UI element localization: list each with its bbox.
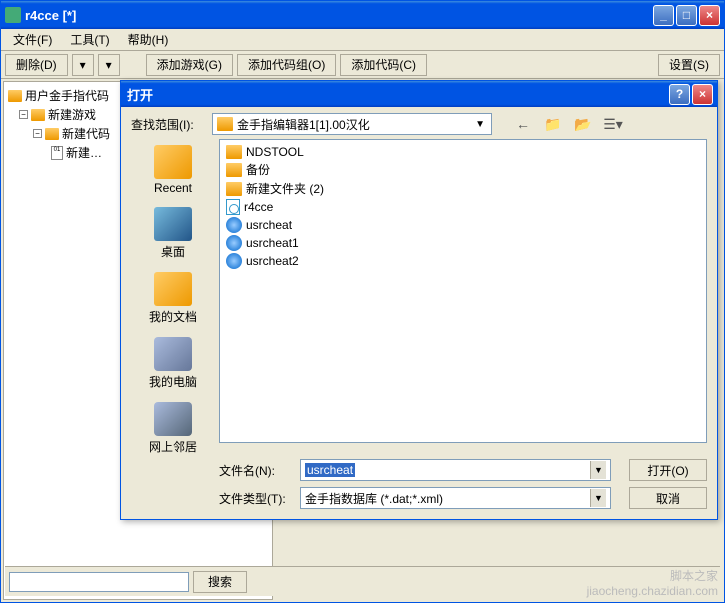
lookin-combo[interactable]: 金手指编辑器1[1].00汉化 ▼	[212, 113, 492, 135]
place-desktop[interactable]: 桌面	[133, 203, 213, 264]
add-game-button[interactable]: 添加游戏(G)	[146, 54, 233, 76]
new-folder-icon[interactable]: 📂	[572, 114, 594, 134]
list-item[interactable]: r4cce	[224, 198, 702, 216]
filetype-combo[interactable]: 金手指数据库 (*.dat;*.xml) ▼	[300, 487, 611, 509]
dialog-footer: 文件名(N): usrcheat ▼ 打开(O) 文件类型(T): 金手指数据库…	[121, 447, 717, 519]
toolbar-dropdown2[interactable]: ▾	[98, 54, 120, 76]
tree-label: 新建游戏	[48, 106, 96, 123]
search-button[interactable]: 搜索	[193, 571, 247, 593]
folder-icon	[226, 163, 242, 177]
chevron-down-icon[interactable]: ▼	[590, 489, 606, 507]
list-item[interactable]: usrcheat1	[224, 234, 702, 252]
add-code-button[interactable]: 添加代码(C)	[340, 54, 427, 76]
place-documents[interactable]: 我的文档	[133, 268, 213, 329]
list-item[interactable]: 备份	[224, 160, 702, 179]
dialog-help-button[interactable]: ?	[669, 84, 690, 105]
views-icon[interactable]: ☰▾	[602, 114, 624, 134]
desktop-icon	[154, 207, 192, 241]
search-input[interactable]	[9, 572, 189, 592]
list-item[interactable]: usrcheat2	[224, 252, 702, 270]
network-icon	[154, 402, 192, 436]
folder-icon	[45, 128, 59, 140]
folder-icon	[8, 90, 22, 102]
minimize-button[interactable]: _	[653, 5, 674, 26]
add-codegroup-button[interactable]: 添加代码组(O)	[237, 54, 336, 76]
lookin-label: 查找范围(I):	[131, 116, 206, 133]
expander-icon[interactable]: −	[19, 110, 28, 119]
menu-tools[interactable]: 工具(T)	[62, 29, 117, 50]
maximize-button[interactable]: □	[676, 5, 697, 26]
back-icon[interactable]: ←	[512, 114, 534, 134]
menu-file[interactable]: 文件(F)	[5, 29, 60, 50]
chevron-down-icon[interactable]: ▼	[590, 461, 606, 479]
place-label: Recent	[154, 181, 192, 195]
filetype-value: 金手指数据库 (*.dat;*.xml)	[305, 490, 443, 507]
close-button[interactable]: ×	[699, 5, 720, 26]
lookin-row: 查找范围(I): 金手指编辑器1[1].00汉化 ▼ ← 📁 📂 ☰▾	[121, 107, 717, 139]
search-bar: 搜索	[5, 566, 720, 596]
cancel-button[interactable]: 取消	[629, 487, 707, 509]
data-file-icon	[226, 217, 242, 233]
folder-icon	[226, 182, 242, 196]
up-folder-icon[interactable]: 📁	[542, 114, 564, 134]
tree-root-label: 用户金手指代码	[25, 87, 109, 104]
places-bar: Recent 桌面 我的文档 我的电脑 网上邻居	[131, 139, 215, 443]
place-recent[interactable]: Recent	[133, 141, 213, 199]
list-item[interactable]: NDSTOOL	[224, 144, 702, 160]
folder-icon	[31, 109, 45, 121]
app-icon	[5, 7, 21, 23]
tree-label: 新建代码	[62, 125, 110, 142]
data-file-icon	[226, 253, 242, 269]
tree-label: 新建…	[66, 144, 102, 161]
open-button[interactable]: 打开(O)	[629, 459, 707, 481]
toolbar-dropdown1[interactable]: ▾	[72, 54, 94, 76]
menu-help[interactable]: 帮助(H)	[120, 29, 177, 50]
place-label: 我的文档	[149, 308, 197, 325]
open-dialog: 打开 ? × 查找范围(I): 金手指编辑器1[1].00汉化 ▼ ← 📁 📂 …	[120, 80, 718, 520]
documents-icon	[154, 272, 192, 306]
folder-icon	[226, 145, 242, 159]
main-titlebar: r4cce [*] _ □ ×	[1, 1, 724, 29]
toolbar: 删除(D) ▾ ▾ 添加游戏(G) 添加代码组(O) 添加代码(C) 设置(S)	[1, 51, 724, 79]
lookin-value: 金手指编辑器1[1].00汉化	[237, 116, 370, 133]
window-title: r4cce [*]	[25, 8, 653, 23]
filetype-label: 文件类型(T):	[131, 490, 294, 507]
chevron-down-icon[interactable]: ▼	[473, 119, 487, 130]
filename-value: usrcheat	[305, 463, 355, 477]
recent-icon	[154, 145, 192, 179]
dialog-close-button[interactable]: ×	[692, 84, 713, 105]
html-icon	[226, 199, 240, 215]
list-item[interactable]: usrcheat	[224, 216, 702, 234]
delete-button[interactable]: 删除(D)	[5, 54, 68, 76]
folder-icon	[217, 117, 233, 131]
dialog-title: 打开	[125, 85, 669, 104]
code-icon: 01	[51, 146, 63, 160]
menubar: 文件(F) 工具(T) 帮助(H)	[1, 29, 724, 51]
filename-input[interactable]: usrcheat ▼	[300, 459, 611, 481]
dialog-titlebar: 打开 ? ×	[121, 81, 717, 107]
expander-icon[interactable]: −	[33, 129, 42, 138]
place-label: 桌面	[161, 243, 185, 260]
filename-label: 文件名(N):	[131, 462, 294, 479]
place-label: 我的电脑	[149, 373, 197, 390]
computer-icon	[154, 337, 192, 371]
list-item[interactable]: 新建文件夹 (2)	[224, 179, 702, 198]
file-list[interactable]: NDSTOOL 备份 新建文件夹 (2) r4cce usrcheat usrc…	[219, 139, 707, 443]
settings-button[interactable]: 设置(S)	[658, 54, 720, 76]
place-computer[interactable]: 我的电脑	[133, 333, 213, 394]
data-file-icon	[226, 235, 242, 251]
